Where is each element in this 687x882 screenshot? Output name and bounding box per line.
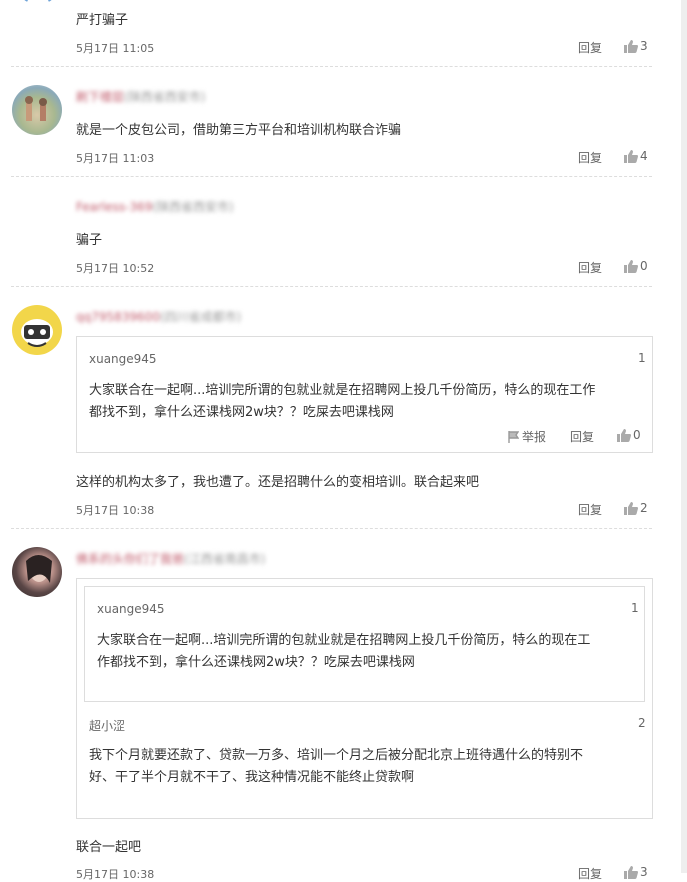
like-count: 0 [640,259,648,273]
username[interactable]: 佛系的头你们了我爸(江西省南昌市) [76,550,265,567]
username[interactable]: qq795839600(四川省成都市) [76,308,241,325]
username-text: qq795839600 [76,310,160,324]
like-button[interactable]: 3 [624,39,648,53]
comment-text: 就是一个皮包公司，借助第三方平台和培训机构联合诈骗 [76,123,402,138]
quoted-text-line: 大家联合在一起啊...培训完所谓的包就业就是在招聘网上投几千份简历，特么的现在工… [89,383,596,398]
quoted-text-line: 我下个月就要还款了、贷款一万多、培训一个月之后被分配北京上班待遇什么的特别不 [89,748,584,763]
reply-button[interactable]: 回复 [578,149,602,166]
username-text: Fearless-369 [76,200,153,214]
thumbs-up-icon [624,39,638,53]
like-count: 3 [640,39,648,53]
comment-divider [11,176,652,177]
quoted-comment-nested: xuange945 1 大家联合在一起啊...培训完所谓的包就业就是在招聘网上投… [84,586,645,702]
avatar[interactable] [12,547,62,597]
user-location: (陕西省西安市) [124,90,206,104]
like-count: 0 [633,428,641,442]
like-count: 4 [640,149,648,163]
comment-time: 5月17日 10:38 [76,504,155,517]
reply-button[interactable]: 回复 [570,428,594,445]
user-avatar-icon [21,319,53,347]
avatar[interactable] [12,0,64,22]
comment-time: 5月17日 10:38 [76,868,155,881]
quoted-floor-number: 1 [638,351,646,365]
username[interactable]: 刷下楼层(陕西省西安市) [76,88,205,105]
avatar[interactable] [12,305,62,355]
like-count: 2 [640,501,648,515]
scrollbar-track[interactable] [681,0,687,873]
quoted-comment: xuange945 1 大家联合在一起啊...培训完所谓的包就业就是在招聘网上投… [76,336,653,453]
thumbs-up-icon [624,501,638,515]
quoted-username[interactable]: 超小涩 [89,717,125,734]
thumbs-up-icon [624,149,638,163]
reply-button[interactable]: 回复 [578,865,602,882]
avatar[interactable] [12,85,62,135]
quoted-comment-outer: xuange945 1 大家联合在一起啊...培训完所谓的包就业就是在招聘网上投… [76,578,653,819]
comment-time: 5月17日 11:05 [76,42,155,55]
like-button[interactable]: 0 [624,259,648,273]
comment-divider [11,286,652,287]
reply-button[interactable]: 回复 [578,259,602,276]
report-label: 举报 [522,430,547,444]
like-button[interactable]: 3 [624,865,648,879]
user-avatar-icon [26,555,52,583]
thumbs-up-icon [624,865,638,879]
username-text: 刷下楼层 [76,90,125,104]
quoted-text-line: 大家联合在一起啊...培训完所谓的包就业就是在招聘网上投几千份简历，特么的现在工 [97,633,591,648]
like-button[interactable]: 0 [617,428,641,442]
flag-icon [508,430,519,443]
comment-text: 严打骗子 [76,13,129,28]
comment-time: 5月17日 11:03 [76,152,155,165]
like-button[interactable]: 2 [624,501,648,515]
like-count: 3 [640,865,648,879]
user-location: (江西省南昌市) [184,552,266,566]
reply-button[interactable]: 回复 [578,501,602,518]
comment-time: 5月17日 10:52 [76,262,155,275]
quoted-text-line: 作都找不到，拿什么还课栈网2w块？？吃屎去吧课栈网 [97,655,415,670]
user-avatar-icon [24,0,52,2]
username-text: 佛系的头你们了我爸 [76,552,185,566]
comment-text: 联合一起吧 [76,840,142,855]
comment-text: 骗子 [76,233,103,248]
quoted-floor-number: 1 [631,601,639,615]
comment-text: 这样的机构太多了，我也遭了。还是招聘什么的变相培训。联合起来吧 [76,475,480,490]
quoted-floor-number: 2 [638,716,646,730]
thumbs-up-icon [617,428,631,442]
quoted-username[interactable]: xuange945 [89,352,157,366]
comment-divider [11,528,652,529]
reply-button[interactable]: 回复 [578,39,602,56]
quoted-text-line: 好、干了半个月就不干了、我这种情况能不能终止贷款啊 [89,770,415,785]
comment-divider [11,66,652,67]
thumbs-up-icon [624,259,638,273]
user-location: (四川省成都市) [159,310,242,324]
user-avatar-icon [25,96,47,121]
like-button[interactable]: 4 [624,149,648,163]
report-button[interactable]: 举报 [508,428,546,445]
quoted-text-line: 都找不到，拿什么还课栈网2w块？？吃屎去吧课栈网 [89,405,394,420]
username[interactable]: Fearless-369(陕西省西安市) [76,198,234,215]
quoted-username[interactable]: xuange945 [97,602,165,616]
user-location: (陕西省西安市) [152,200,234,214]
